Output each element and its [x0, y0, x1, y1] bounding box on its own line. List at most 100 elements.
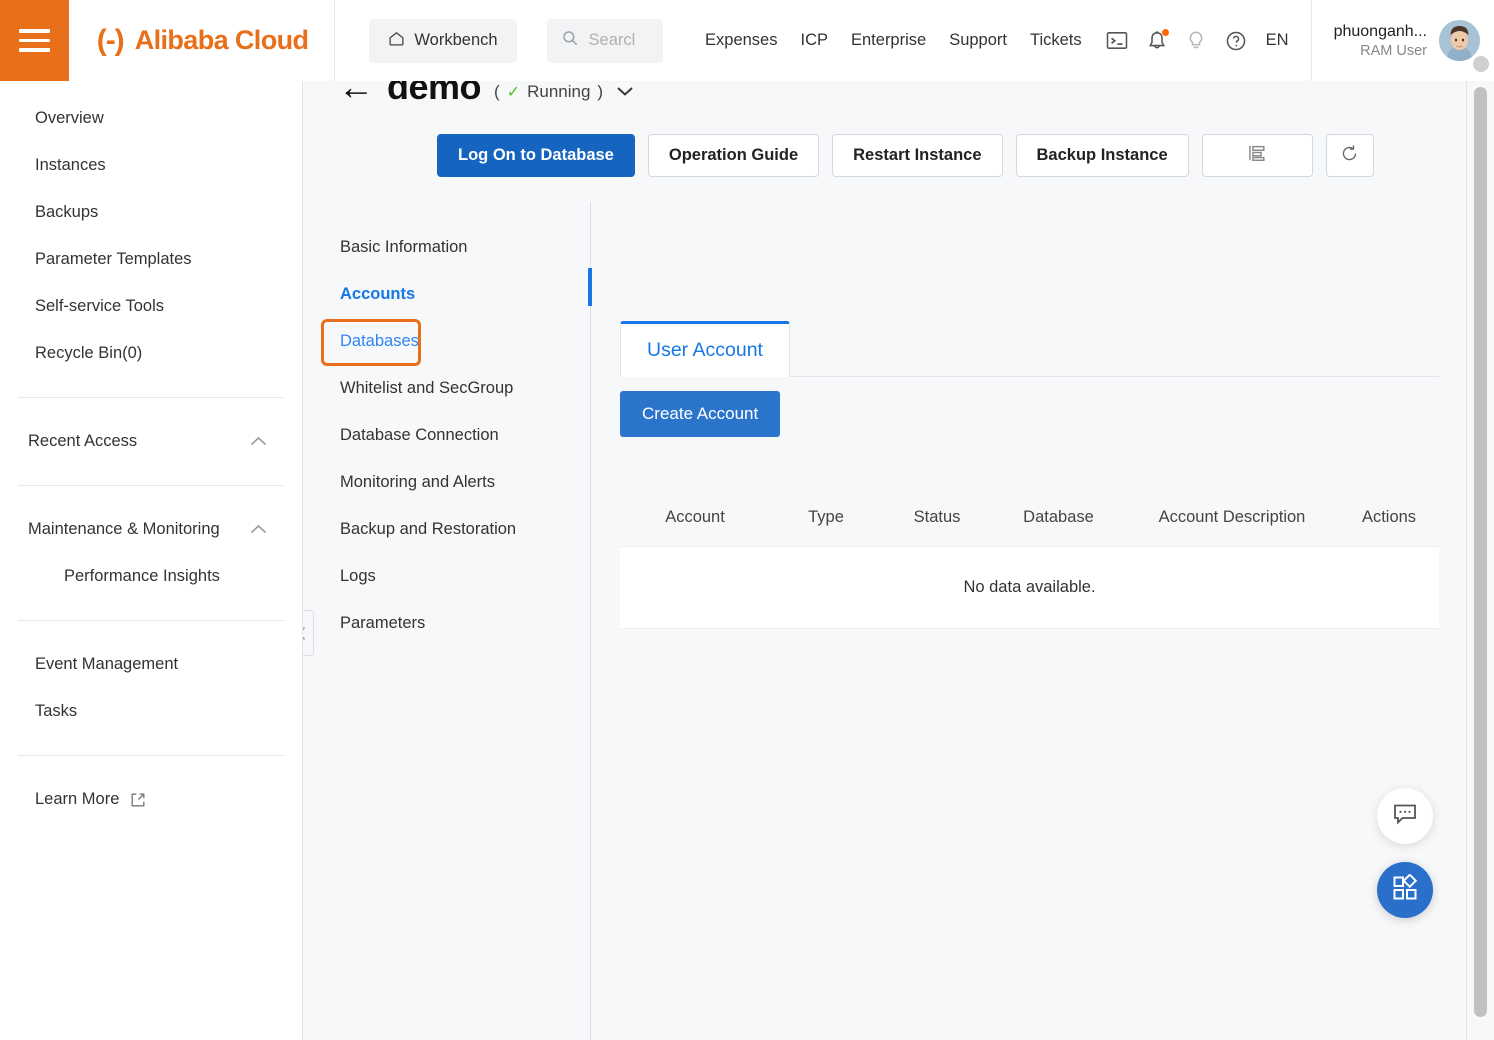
chevron-down-icon[interactable]: [616, 82, 634, 102]
subnav-item-logs[interactable]: Logs: [303, 553, 590, 600]
page-title: demo: [387, 81, 481, 105]
column-header-account: Account: [620, 508, 770, 527]
tab-label: User Account: [647, 339, 763, 362]
chat-bubble-icon: [1392, 802, 1418, 831]
sidebar-item-instances[interactable]: Instances: [0, 142, 302, 189]
nav-link-expenses[interactable]: Expenses: [705, 31, 777, 50]
sidebar-item-label: Instances: [35, 156, 106, 175]
content-area: ← demo ( ✓ Running ) Log On to Database …: [303, 81, 1466, 1040]
main-panel: User Account Create Account Account Type…: [592, 202, 1466, 1040]
sidebar-item-self-service-tools[interactable]: Self-service Tools: [0, 283, 302, 330]
table-empty-state: No data available.: [620, 547, 1439, 629]
backup-instance-button[interactable]: Backup Instance: [1016, 134, 1189, 177]
user-account-menu[interactable]: phuonganh... RAM User: [1311, 0, 1494, 81]
sidebar-item-tasks[interactable]: Tasks: [0, 688, 302, 735]
subnav-item-label: Database Connection: [340, 426, 499, 445]
sidebar-item-recycle-bin[interactable]: Recycle Bin(0): [0, 330, 302, 377]
back-arrow-icon[interactable]: ←: [338, 81, 374, 105]
column-header-actions: Actions: [1339, 508, 1439, 527]
bell-badge-dot: [1162, 29, 1169, 36]
help-circle-icon[interactable]: [1225, 30, 1247, 52]
header-icon-group: [1106, 30, 1247, 52]
terminal-icon[interactable]: [1106, 31, 1128, 50]
sidebar-item-overview[interactable]: Overview: [0, 95, 302, 142]
avatar[interactable]: [1439, 20, 1480, 61]
create-account-button[interactable]: Create Account: [620, 391, 780, 437]
external-link-icon: [130, 792, 146, 808]
list-view-icon: [1247, 143, 1267, 168]
sidebar-item-parameter-templates[interactable]: Parameter Templates: [0, 236, 302, 283]
search-icon: [561, 29, 579, 52]
hamburger-menu-icon[interactable]: [0, 0, 69, 81]
hamburger-bar: [19, 39, 50, 43]
nav-link-enterprise[interactable]: Enterprise: [851, 31, 926, 50]
scroll-grabber-dot[interactable]: [1473, 56, 1489, 72]
tab-bar: User Account: [620, 321, 1439, 377]
subnav-item-backup-and-restoration[interactable]: Backup and Restoration: [303, 506, 590, 553]
search-input[interactable]: [589, 31, 663, 50]
instance-action-buttons: Log On to Database Operation Guide Resta…: [437, 134, 1374, 177]
subnav-item-label: Databases: [340, 332, 419, 351]
page-scrollbar[interactable]: [1466, 81, 1494, 1040]
subnav-item-label: Logs: [340, 567, 376, 586]
apps-launcher-button[interactable]: [1377, 862, 1433, 918]
nav-link-tickets[interactable]: Tickets: [1030, 31, 1082, 50]
empty-state-text: No data available.: [963, 578, 1095, 597]
chevron-up-icon: [250, 434, 267, 450]
sidebar-divider: [18, 755, 284, 756]
left-sidebar: Overview Instances Backups Parameter Tem…: [0, 81, 303, 1040]
subnav-item-accounts[interactable]: Accounts: [303, 271, 590, 318]
top-header: (-) Alibaba Cloud Workbench Expenses ICP…: [0, 0, 1494, 81]
subnav-item-database-connection[interactable]: Database Connection: [303, 412, 590, 459]
table-header-row: Account Type Status Database Account Des…: [620, 489, 1439, 547]
tab-user-account[interactable]: User Account: [620, 321, 790, 377]
refresh-icon-button[interactable]: [1326, 134, 1374, 177]
nav-link-icp[interactable]: ICP: [800, 31, 828, 50]
hamburger-bar: [19, 29, 50, 33]
sidebar-divider: [18, 485, 284, 486]
subnav-item-basic-information[interactable]: Basic Information: [303, 224, 590, 271]
chat-support-button[interactable]: [1377, 788, 1433, 844]
column-header-status: Status: [882, 508, 992, 527]
home-icon: [388, 30, 405, 52]
sidebar-item-label: Tasks: [35, 702, 77, 721]
subnav-item-label: Accounts: [340, 285, 415, 304]
list-view-icon-button[interactable]: [1202, 134, 1313, 177]
page-scrollbar-thumb[interactable]: [1474, 87, 1487, 1017]
apps-grid-icon: [1391, 874, 1419, 907]
sidebar-collapse-handle[interactable]: [303, 610, 314, 656]
sidebar-item-performance-insights[interactable]: Performance Insights: [0, 553, 302, 600]
operation-guide-button[interactable]: Operation Guide: [648, 134, 819, 177]
user-role: RAM User: [1360, 43, 1427, 59]
subnav-item-databases[interactable]: Databases: [303, 318, 590, 365]
subnav-item-monitoring-and-alerts[interactable]: Monitoring and Alerts: [303, 459, 590, 506]
subnav-item-parameters[interactable]: Parameters: [303, 600, 590, 647]
sidebar-item-label: Self-service Tools: [35, 297, 164, 316]
status-close-paren: ): [597, 82, 603, 102]
log-on-to-database-button[interactable]: Log On to Database: [437, 134, 635, 177]
subnav-item-whitelist-and-secgroup[interactable]: Whitelist and SecGroup: [303, 365, 590, 412]
status-label: Running: [527, 82, 590, 102]
sidebar-item-backups[interactable]: Backups: [0, 189, 302, 236]
sidebar-item-learn-more[interactable]: Learn More: [0, 776, 302, 823]
sidebar-group-maintenance-monitoring[interactable]: Maintenance & Monitoring: [0, 506, 302, 553]
restart-instance-button[interactable]: Restart Instance: [832, 134, 1002, 177]
global-search[interactable]: [547, 19, 663, 63]
lightbulb-icon[interactable]: [1186, 30, 1206, 52]
brand-name: Alibaba Cloud: [135, 25, 309, 56]
sidebar-item-label: Backups: [35, 203, 98, 222]
workbench-button[interactable]: Workbench: [369, 19, 516, 63]
accounts-table: Account Type Status Database Account Des…: [620, 489, 1439, 629]
subnav-item-label: Whitelist and SecGroup: [340, 379, 513, 398]
language-selector[interactable]: EN: [1266, 31, 1289, 50]
subnav-item-label: Parameters: [340, 614, 425, 633]
sidebar-item-event-management[interactable]: Event Management: [0, 641, 302, 688]
brand-logo[interactable]: (-) Alibaba Cloud: [69, 0, 336, 81]
nav-link-support[interactable]: Support: [949, 31, 1007, 50]
instance-title-row: ← demo ( ✓ Running ): [338, 81, 634, 105]
bell-icon[interactable]: [1147, 30, 1167, 52]
column-header-account-description: Account Description: [1125, 508, 1339, 527]
sidebar-item-label: Overview: [35, 109, 104, 128]
sidebar-group-recent-access[interactable]: Recent Access: [0, 418, 302, 465]
sidebar-item-label: Parameter Templates: [35, 250, 192, 269]
